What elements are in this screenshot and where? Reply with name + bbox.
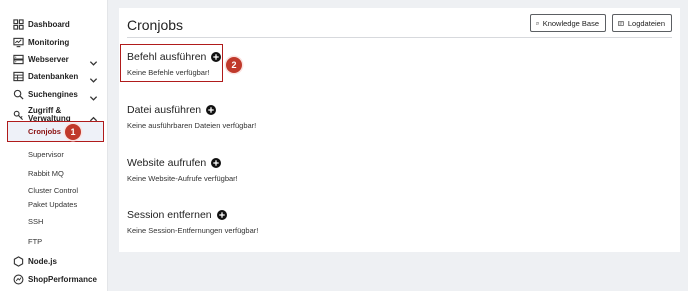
sidebar-subitem-cluster-control[interactable]: Cluster Control (28, 186, 78, 195)
monitor-icon (12, 36, 24, 48)
annotation-highlight-box (120, 44, 223, 82)
sidebar-item-webserver[interactable]: Webserver (0, 51, 108, 68)
knowledge-base-button[interactable]: Knowledge Base (530, 14, 606, 32)
search-icon (12, 88, 24, 100)
log-icon (618, 20, 624, 26)
sidebar-item-label: ShopPerformance (28, 275, 97, 284)
page-title: Cronjobs (127, 17, 184, 33)
add-circle-icon[interactable] (206, 105, 217, 115)
sidebar-item-label: Monitoring (28, 38, 70, 47)
section-title: Datei ausführen (127, 104, 202, 116)
performance-icon (12, 273, 24, 285)
logdateien-label: Logdateien (627, 18, 665, 28)
chevron-up-icon[interactable] (89, 111, 98, 122)
sidebar-item-dashboard[interactable]: Dashboard (0, 16, 108, 33)
section-title: Website aufrufen (127, 157, 207, 169)
annotation-badge-2: 2 (226, 57, 242, 73)
sidebar-subitem-ftp[interactable]: FTP (28, 237, 42, 246)
add-circle-icon[interactable] (211, 158, 222, 168)
empty-state-text: Keine ausführbaren Dateien verfügbar! (127, 121, 257, 130)
header-divider (127, 37, 672, 38)
sidebar-item-label: Webserver (28, 55, 69, 64)
chevron-down-icon[interactable] (89, 72, 98, 83)
sidebar-subitem-paket-updates[interactable]: Paket Updates (28, 200, 77, 209)
nodejs-icon (12, 255, 24, 267)
grid-icon (12, 18, 24, 30)
chevron-down-icon[interactable] (89, 55, 98, 66)
empty-state-text: Keine Session-Entfernungen verfügbar! (127, 226, 259, 235)
section-datei-ausfuehren: Datei ausführen Keine ausführbaren Datei… (127, 104, 256, 130)
section-session-entfernen: Session entfernen Keine Session-Entfernu… (127, 209, 258, 235)
empty-state-text: Keine Website-Aufrufe verfügbar! (127, 174, 238, 183)
sidebar-item-label: Node.js (28, 257, 57, 266)
sidebar-item-label: Suchengines (28, 90, 78, 99)
knowledge-base-label: Knowledge Base (542, 18, 599, 28)
sidebar-subitem-ssh[interactable]: SSH (28, 217, 43, 226)
server-icon (12, 53, 24, 65)
sidebar-item-label: Dashboard (28, 20, 70, 29)
section-website-aufrufen: Website aufrufen Keine Website-Aufrufe v… (127, 157, 238, 183)
sidebar: Dashboard Monitoring Webserver Datenbank… (0, 0, 108, 291)
logdateien-button[interactable]: Logdateien (612, 14, 672, 32)
sidebar-item-nodejs[interactable]: Node.js (0, 253, 108, 270)
sidebar-item-label: Datenbanken (28, 72, 79, 81)
chevron-down-icon[interactable] (89, 90, 98, 101)
sidebar-item-datenbanken[interactable]: Datenbanken (0, 68, 108, 85)
add-circle-icon[interactable] (216, 210, 227, 220)
section-title: Session entfernen (127, 209, 212, 221)
annotation-badge-1: 1 (65, 124, 81, 140)
sidebar-item-shopperformance[interactable]: ShopPerformance (0, 271, 108, 288)
sidebar-subitem-rabbit-mq[interactable]: Rabbit MQ (28, 169, 64, 178)
key-icon (12, 109, 24, 121)
sidebar-subitem-label: Cronjobs (28, 127, 61, 136)
external-link-icon (536, 21, 539, 25)
sidebar-subitem-cronjobs[interactable]: Cronjobs (7, 121, 104, 142)
sidebar-item-monitoring[interactable]: Monitoring (0, 34, 108, 51)
sidebar-item-suchengines[interactable]: Suchengines (0, 86, 108, 103)
database-icon (12, 70, 24, 82)
sidebar-subitem-supervisor[interactable]: Supervisor (28, 150, 64, 159)
